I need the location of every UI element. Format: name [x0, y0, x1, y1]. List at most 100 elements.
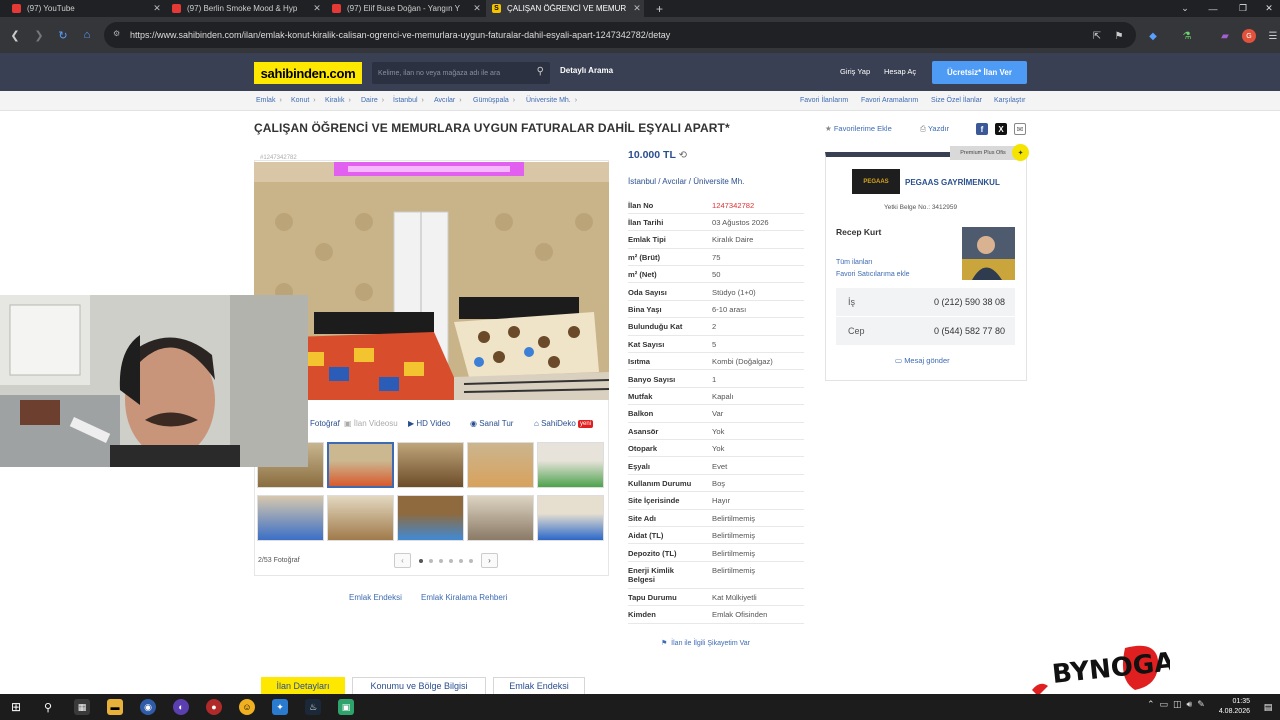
- photo-thumbnail[interactable]: [327, 495, 394, 541]
- app-green-icon[interactable]: ▣: [338, 699, 354, 715]
- close-window-icon[interactable]: ✕: [1254, 0, 1280, 17]
- browser-tab-youtube[interactable]: (97) YouTube ✕: [6, 0, 164, 17]
- photo-thumbnail[interactable]: [397, 495, 464, 541]
- send-message-link[interactable]: ▭ Mesaj gönder: [895, 356, 950, 365]
- favorite-searches-link[interactable]: Favori Aramalarım: [861, 97, 918, 104]
- favorite-listings-link[interactable]: Favori İlanlarım: [800, 97, 848, 104]
- phone-work[interactable]: İş 0 (212) 590 38 08: [836, 288, 1015, 316]
- tab-photo[interactable]: Fotoğraf: [310, 419, 340, 428]
- photo-thumbnail[interactable]: [257, 495, 324, 541]
- site-logo[interactable]: sahibinden.com: [254, 62, 362, 84]
- print-link[interactable]: ⎙ Yazdır: [920, 124, 949, 134]
- back-icon[interactable]: ❮: [7, 27, 23, 43]
- address-bar[interactable]: ⚙ https://www.sahibinden.com/ilan/emlak-…: [104, 22, 1136, 48]
- breadcrumb-item[interactable]: İstanbul ›: [393, 97, 424, 104]
- breadcrumb-item[interactable]: Kiralık ›: [325, 97, 351, 104]
- browser-menu-icon[interactable]: ☰: [1266, 29, 1280, 43]
- breadcrumb-item[interactable]: Konut ›: [291, 97, 316, 104]
- phone-mobile[interactable]: Cep 0 (544) 582 77 80: [836, 317, 1015, 345]
- detailed-search-link[interactable]: Detaylı Arama: [560, 66, 613, 75]
- tab-hd-video[interactable]: ▶ HD Video: [408, 419, 450, 428]
- tab-listing-video[interactable]: ▣ İlan Videosu: [344, 419, 398, 428]
- browser-tab-berlin[interactable]: (97) Berlin Smoke Mood & Hyp ✕: [166, 0, 324, 17]
- next-page-button[interactable]: ›: [481, 553, 498, 568]
- photo-thumbnail[interactable]: [537, 495, 604, 541]
- email-icon[interactable]: ✉: [1014, 123, 1026, 135]
- new-tab-button[interactable]: +: [650, 0, 663, 17]
- close-tab-icon[interactable]: ✕: [150, 3, 164, 14]
- post-listing-button[interactable]: Ücretsiz* İlan Ver: [932, 61, 1027, 84]
- breadcrumb-item[interactable]: Emlak ›: [256, 97, 282, 104]
- search-icon[interactable]: ⚲: [537, 66, 544, 77]
- rental-guide-link[interactable]: Emlak Kiralama Rehberi: [421, 593, 507, 602]
- photo-thumbnail[interactable]: [467, 442, 534, 488]
- login-link[interactable]: Giriş Yap: [840, 67, 870, 76]
- close-tab-icon[interactable]: ✕: [310, 3, 324, 14]
- page-dot[interactable]: [429, 559, 433, 563]
- reload-icon[interactable]: ↻: [55, 27, 71, 43]
- vpn-icon[interactable]: ✦: [272, 699, 288, 715]
- breadcrumb-item[interactable]: Avcılar ›: [434, 97, 462, 104]
- taskbar-clock[interactable]: 01:35 4.08.2026: [1219, 697, 1250, 717]
- history-icon[interactable]: ⟲: [679, 150, 687, 161]
- minimize-icon[interactable]: —: [1198, 0, 1228, 17]
- site-search-input[interactable]: Kelime, ilan no veya mağaza adı ile ara …: [372, 62, 550, 84]
- register-link[interactable]: Hesap Aç: [884, 67, 916, 76]
- breadcrumb-item[interactable]: Daire ›: [361, 97, 384, 104]
- location-district[interactable]: Avcılar: [662, 177, 686, 186]
- location-neighborhood[interactable]: Üniversite Mh.: [693, 177, 744, 186]
- photo-thumbnail[interactable]: [327, 442, 394, 488]
- browser-icon[interactable]: ◉: [140, 699, 156, 715]
- close-tab-icon[interactable]: ✕: [630, 3, 644, 14]
- all-listings-link[interactable]: Tüm ilanları: [836, 259, 873, 266]
- browser-tab-elif[interactable]: (97) Elif Buse Doğan - Yangın Y ✕: [326, 0, 484, 17]
- share-icon[interactable]: ⇱: [1090, 29, 1104, 43]
- page-dot[interactable]: [439, 559, 443, 563]
- location-city[interactable]: İstanbul: [628, 177, 656, 186]
- tab-location-info[interactable]: Konumu ve Bölge Bilgisi: [352, 677, 486, 694]
- app-yellow-icon[interactable]: ☺: [239, 699, 255, 715]
- tab-search-icon[interactable]: ⌄: [1170, 0, 1200, 17]
- system-tray[interactable]: ⌃ ▭ ◫ 🔊︎ ✎: [1147, 699, 1205, 710]
- tab-real-estate-index[interactable]: Emlak Endeksi: [493, 677, 585, 694]
- extension-icon[interactable]: ◆: [1146, 29, 1160, 43]
- site-info-icon[interactable]: ⚙: [113, 29, 123, 39]
- prev-page-button[interactable]: ‹: [394, 553, 411, 568]
- breadcrumb-item[interactable]: Gümüşpala ›: [473, 97, 515, 104]
- file-explorer-icon[interactable]: ▬: [107, 699, 123, 715]
- windows-start-icon[interactable]: ⊞: [8, 699, 24, 715]
- page-dot[interactable]: [459, 559, 463, 563]
- add-favorite-seller-link[interactable]: Favori Satıcılarıma ekle: [836, 271, 910, 278]
- photo-thumbnail[interactable]: [467, 495, 534, 541]
- profile-avatar[interactable]: G: [1242, 29, 1256, 43]
- tab-sahideko[interactable]: ⌂ SahiDeko yeni: [534, 419, 594, 428]
- firm-logo[interactable]: PEGAAS: [852, 169, 900, 194]
- lab-icon[interactable]: ⚗: [1180, 29, 1194, 43]
- tab-virtual-tour[interactable]: ◉ Sanal Tur: [470, 419, 513, 428]
- bookmark-icon[interactable]: ⚑: [1112, 29, 1126, 43]
- breadcrumb-item[interactable]: Üniversite Mh. ›: [526, 97, 577, 104]
- obs-icon[interactable]: ◐: [173, 699, 189, 715]
- forward-icon[interactable]: ❯: [31, 27, 47, 43]
- notifications-icon[interactable]: ▤: [1260, 699, 1276, 715]
- extension-purple-icon[interactable]: ▰: [1218, 29, 1232, 43]
- browser-tab-listing[interactable]: S ÇALIŞAN ÖĞRENCİ VE MEMUR ✕: [486, 0, 644, 17]
- app-red-icon[interactable]: ●: [206, 699, 222, 715]
- steam-icon[interactable]: ♨: [305, 699, 321, 715]
- report-listing-link[interactable]: ⚑ İlan ile İlgili Şikayetim Var: [661, 639, 750, 647]
- page-dot[interactable]: [419, 559, 423, 563]
- compare-link[interactable]: Karşılaştır: [994, 97, 1026, 104]
- photo-thumbnail[interactable]: [537, 442, 604, 488]
- task-view-icon[interactable]: ▦: [74, 699, 90, 715]
- add-favorite-link[interactable]: ★ Favorilerime Ekle: [825, 124, 892, 133]
- close-tab-icon[interactable]: ✕: [470, 3, 484, 14]
- x-twitter-icon[interactable]: X: [995, 123, 1007, 135]
- real-estate-index-link[interactable]: Emlak Endeksi: [349, 593, 402, 602]
- search-icon[interactable]: ⚲: [40, 699, 56, 715]
- home-icon[interactable]: ⌂: [79, 27, 95, 43]
- special-listings-link[interactable]: Size Özel İlanlar: [931, 97, 982, 104]
- page-dot[interactable]: [449, 559, 453, 563]
- photo-thumbnail[interactable]: [397, 442, 464, 488]
- firm-name[interactable]: PEGAAS GAYRİMENKUL: [905, 178, 1000, 187]
- facebook-icon[interactable]: f: [976, 123, 988, 135]
